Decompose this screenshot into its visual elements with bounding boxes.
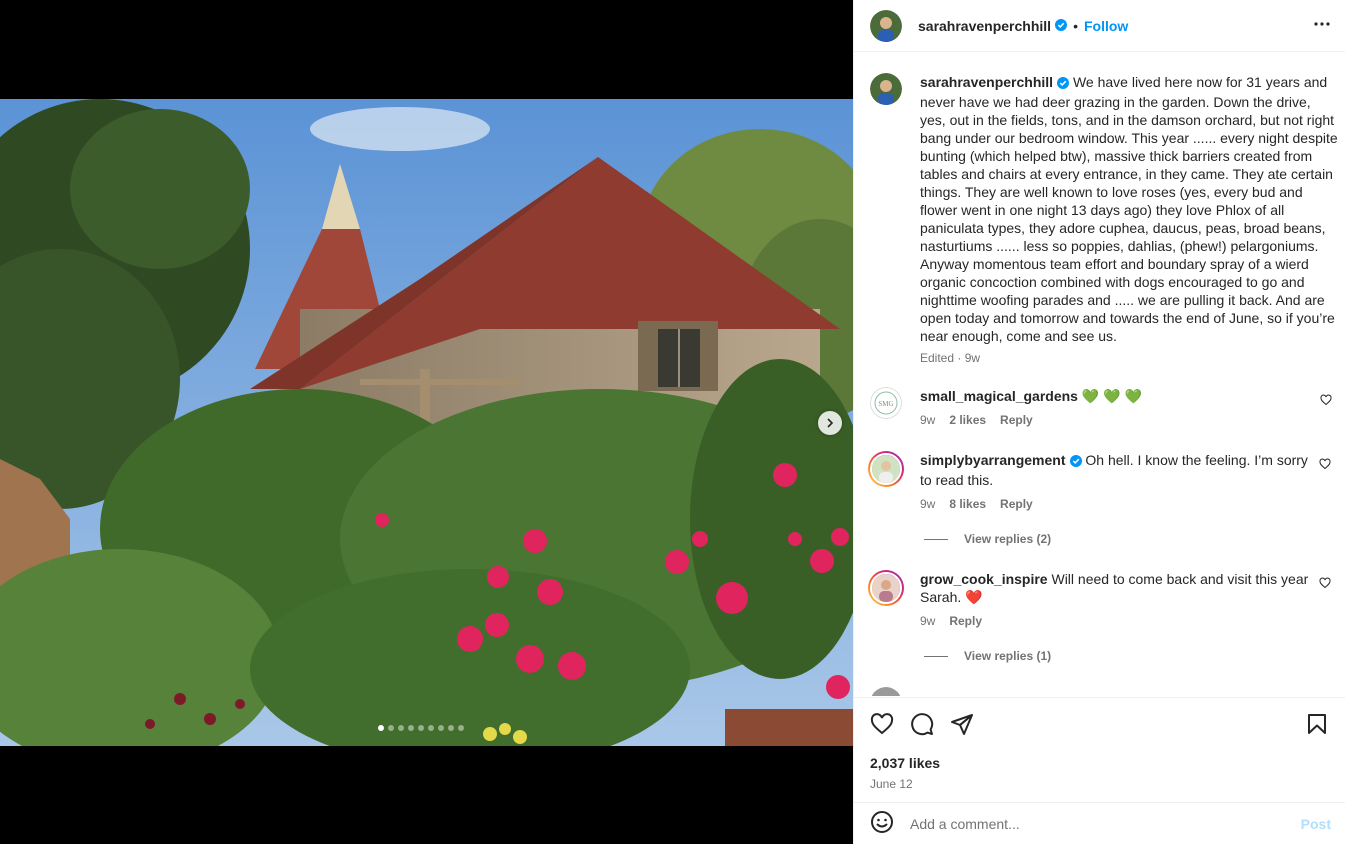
verified-icon: [1069, 453, 1082, 471]
comment-item: SMG small_magical_gardens 💚 💚 💚 9w 2 lik…: [854, 387, 1345, 427]
commenter-avatar[interactable]: [868, 570, 904, 606]
comment-text: small_magical_gardens 💚 💚 💚: [920, 387, 1340, 405]
commenter-avatar[interactable]: [870, 687, 902, 696]
post-header: sarahravenperchhill • Follow: [854, 0, 1345, 52]
comment-like-icon[interactable]: [1319, 451, 1331, 511]
commenter-username[interactable]: small_magical_gardens: [920, 388, 1078, 404]
carousel-next-button[interactable]: [818, 411, 842, 435]
comment-likes[interactable]: 8 likes: [949, 497, 986, 511]
likes-count[interactable]: 2,037 likes: [870, 755, 1329, 771]
caption-username[interactable]: sarahravenperchhill: [920, 74, 1053, 90]
caption-body: We have lived here now for 31 years and …: [920, 74, 1338, 344]
comment-likes[interactable]: 2 likes: [949, 413, 986, 427]
commenter-avatar[interactable]: [868, 451, 904, 487]
author-avatar[interactable]: [870, 73, 902, 105]
svg-text:SMG: SMG: [878, 400, 893, 408]
bookmark-icon[interactable]: [1305, 712, 1329, 739]
add-comment-bar: Post: [854, 802, 1345, 844]
comment-like-icon[interactable]: [1319, 570, 1331, 628]
comment-item: grow_cook_inspire Will need to come back…: [854, 570, 1345, 628]
caption-text: sarahravenperchhill We have lived here n…: [920, 73, 1340, 345]
carousel-dot: [458, 725, 464, 731]
comment-icon[interactable]: [910, 712, 934, 739]
carousel-dot: [378, 725, 384, 731]
view-replies-label: View replies (1): [964, 649, 1052, 663]
comment-body: 💚 💚 💚: [1081, 388, 1142, 404]
post-media: [0, 0, 853, 844]
carousel-dot: [398, 725, 404, 731]
comment-item-partial: [854, 687, 1345, 696]
comment-input[interactable]: [910, 815, 1301, 832]
commenter-username[interactable]: simplybyarrangement: [920, 452, 1066, 468]
reply-button[interactable]: Reply: [1000, 497, 1033, 511]
post-date: June 12: [870, 777, 913, 791]
action-bar: [870, 698, 1329, 752]
share-icon[interactable]: [950, 712, 974, 739]
view-replies-label: View replies (2): [964, 532, 1052, 546]
comment-time: 9w: [920, 497, 936, 511]
post-photo[interactable]: [0, 99, 853, 746]
caption-meta: Edited · 9w: [920, 351, 1340, 365]
comment-meta: 9w 8 likes Reply: [920, 497, 1319, 511]
comment-meta: 9w Reply: [920, 614, 1319, 628]
comment-meta: 9w 2 likes Reply: [920, 413, 1320, 427]
verified-icon: [1055, 18, 1068, 34]
commenter-avatar[interactable]: SMG: [870, 387, 902, 419]
carousel-dot: [388, 725, 394, 731]
commenter-username[interactable]: grow_cook_inspire: [920, 571, 1048, 587]
replies-divider: [924, 655, 948, 657]
heart-icon[interactable]: [870, 712, 894, 739]
comment-like-icon[interactable]: [1320, 387, 1332, 427]
view-replies-button[interactable]: View replies (1): [924, 649, 1345, 663]
caption: sarahravenperchhill We have lived here n…: [854, 73, 1345, 365]
comment-text: simplybyarrangement Oh hell. I know the …: [920, 451, 1310, 489]
chevron-right-icon: [827, 418, 834, 428]
more-icon[interactable]: [1313, 15, 1331, 36]
replies-divider: [924, 538, 948, 540]
header-separator: •: [1073, 17, 1078, 34]
carousel-dot: [438, 725, 444, 731]
verified-icon: [1057, 75, 1070, 93]
post-sidebar: sarahravenperchhill • Follow sarahravenp…: [853, 0, 1345, 844]
post-comment-button[interactable]: Post: [1301, 816, 1331, 832]
author-username[interactable]: sarahravenperchhill: [918, 18, 1051, 34]
carousel-dot: [418, 725, 424, 731]
comment-time: 9w: [920, 614, 936, 628]
comment-time: 9w: [920, 413, 936, 427]
carousel-dot: [448, 725, 454, 731]
comment-text: grow_cook_inspire Will need to come back…: [920, 570, 1310, 606]
reply-button[interactable]: Reply: [949, 614, 982, 628]
post-actions: 2,037 likes June 12: [854, 697, 1345, 791]
edited-label: Edited · 9w: [920, 351, 981, 365]
follow-button[interactable]: Follow: [1084, 18, 1128, 34]
garden-photo: [0, 99, 853, 746]
view-replies-button[interactable]: View replies (2): [924, 532, 1345, 546]
reply-button[interactable]: Reply: [1000, 413, 1033, 427]
carousel-dot: [428, 725, 434, 731]
comments-scroll[interactable]: sarahravenperchhill We have lived here n…: [854, 53, 1345, 696]
author-avatar[interactable]: [870, 9, 902, 42]
comment-item: simplybyarrangement Oh hell. I know the …: [854, 451, 1345, 511]
emoji-icon[interactable]: [870, 810, 894, 837]
carousel-dot: [408, 725, 414, 731]
carousel-indicator: [378, 725, 464, 731]
